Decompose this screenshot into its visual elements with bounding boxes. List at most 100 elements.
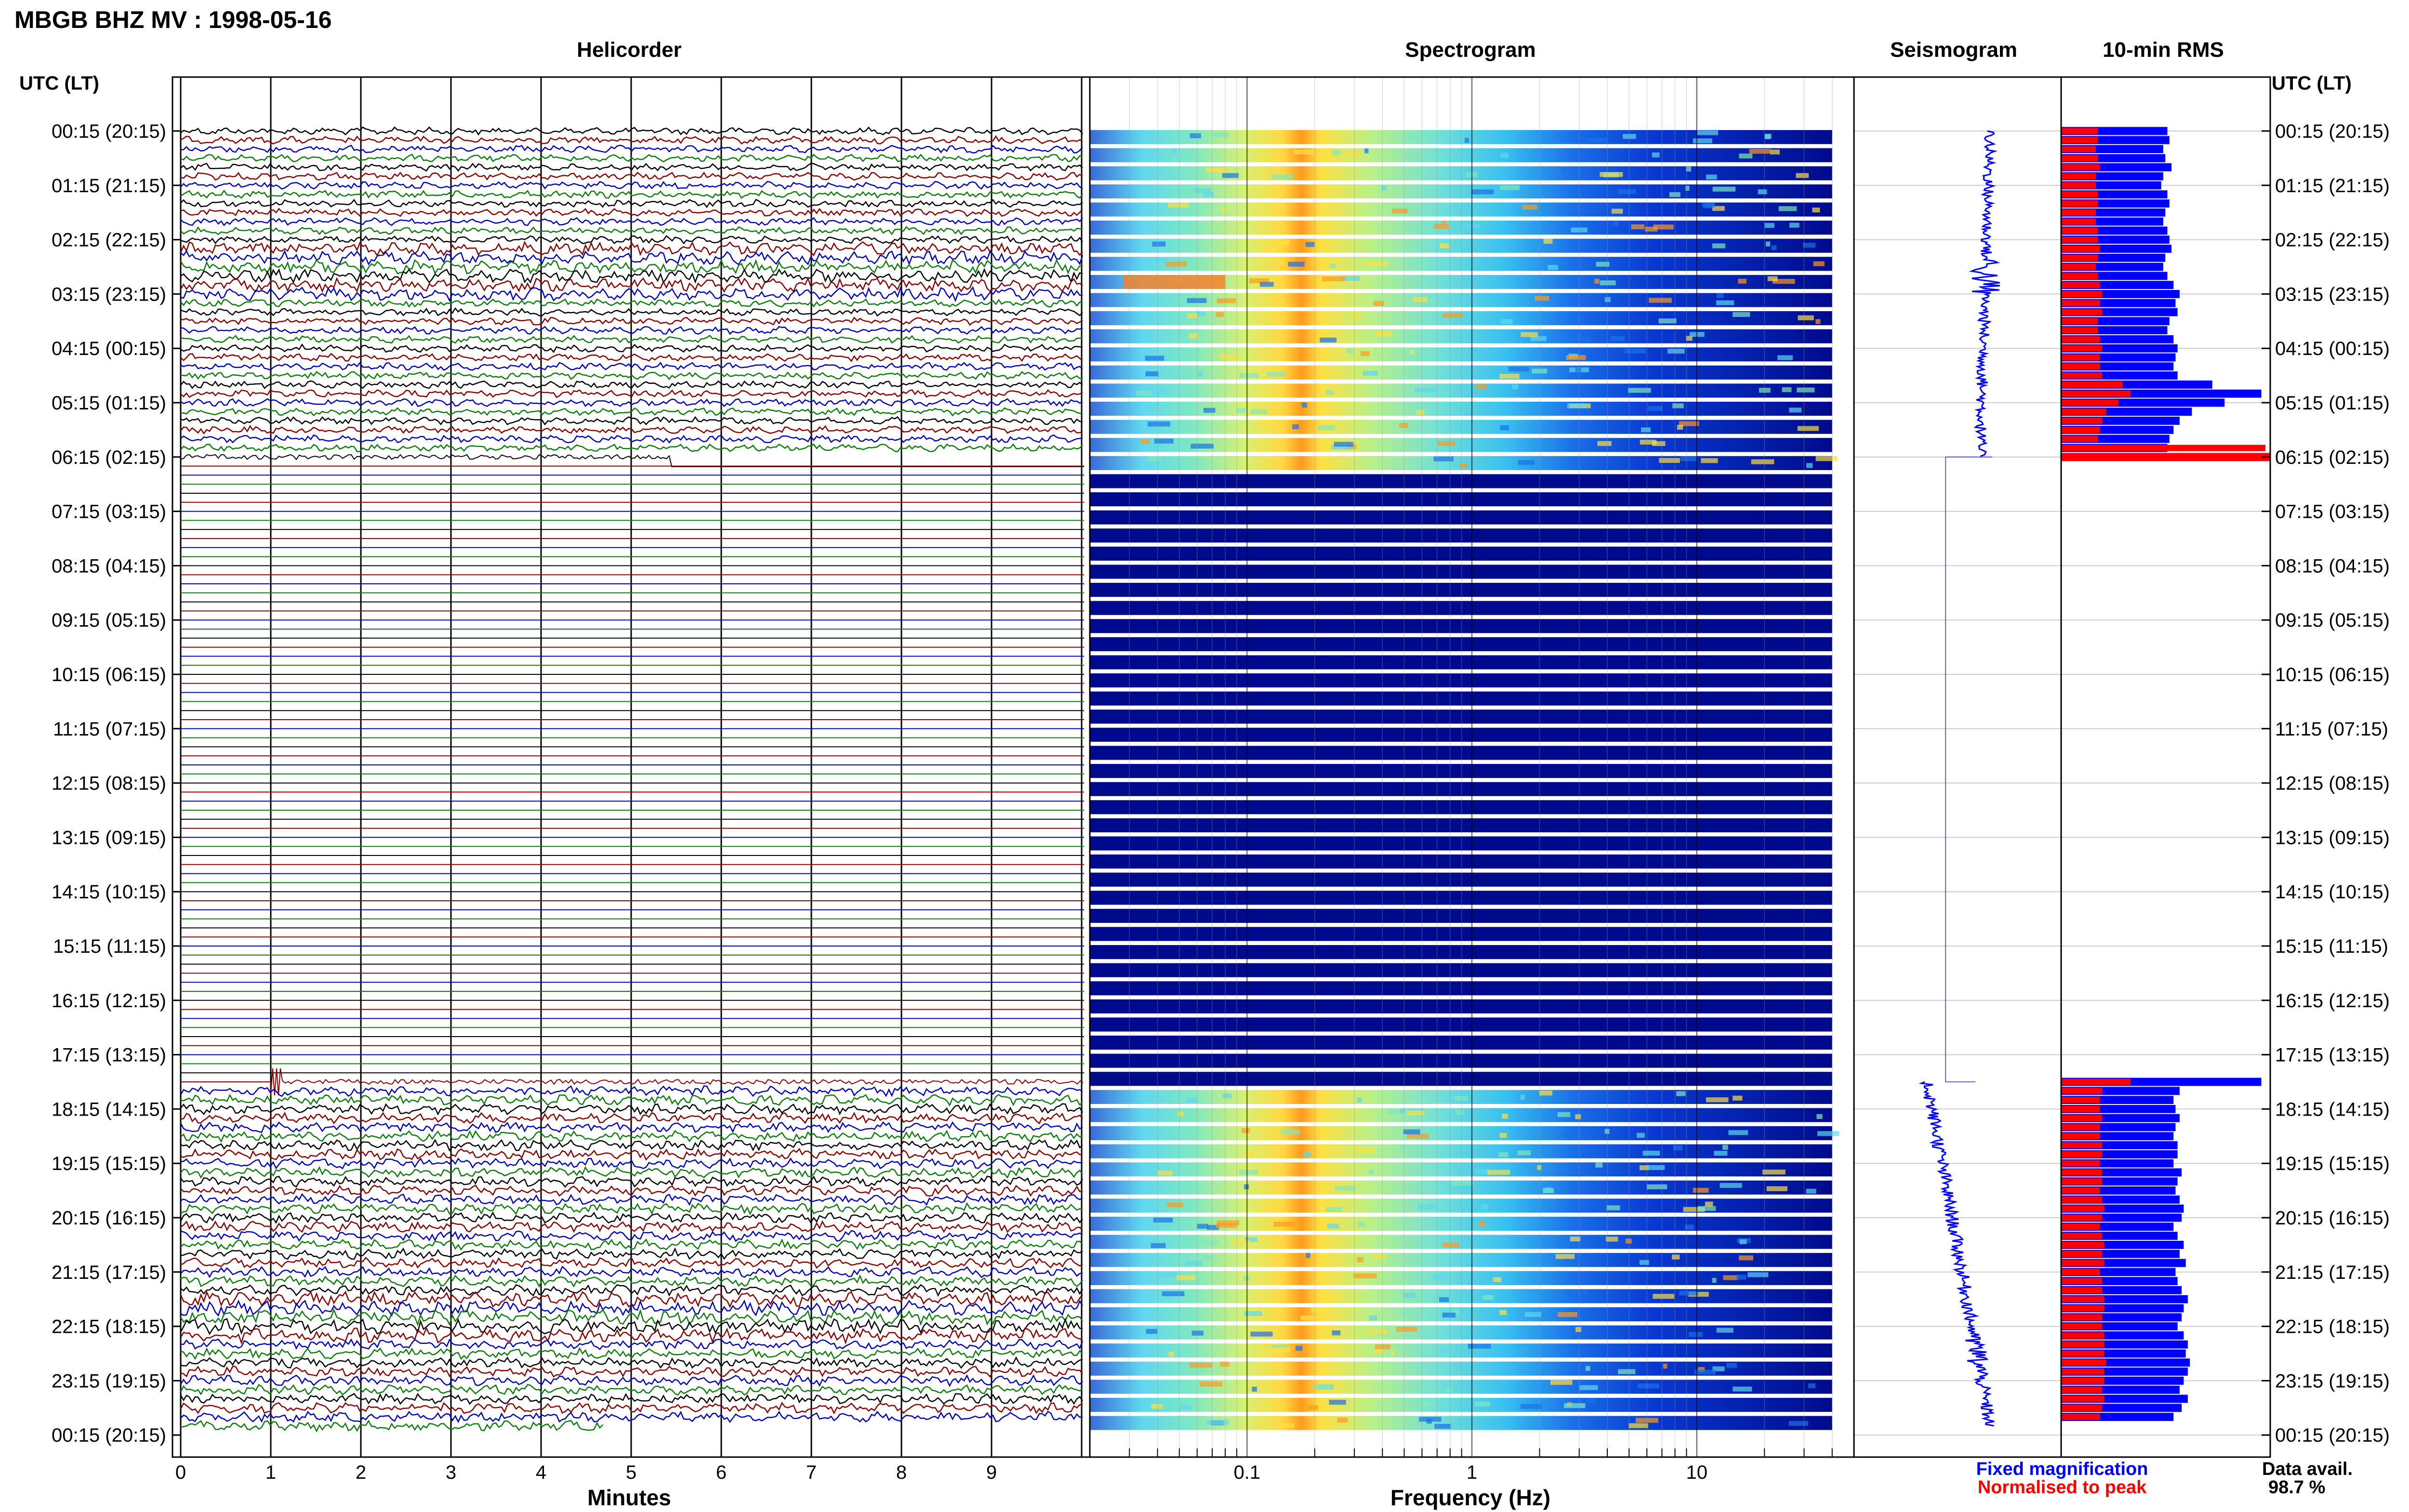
- spectrogram-speckle: [1220, 1362, 1230, 1367]
- rms-normalised-bar: [2061, 282, 2100, 289]
- rms-normalised-bar: [2061, 1133, 2100, 1140]
- spectrogram-speckle: [1712, 186, 1736, 192]
- spectrogram-speckle: [1275, 1092, 1281, 1098]
- spectrogram-row: [1090, 1126, 1832, 1141]
- spectrogram-speckle: [1500, 425, 1509, 431]
- right-time-label: 22:15 (18:15): [2275, 1316, 2390, 1338]
- spectrogram-speckle: [1442, 1313, 1456, 1318]
- spectrogram-speckle: [1481, 1204, 1489, 1210]
- spectrogram-speckle: [1140, 439, 1150, 444]
- spectrogram-speckle: [1440, 243, 1449, 249]
- spectrogram-speckle: [1197, 1223, 1209, 1229]
- spectrogram-speckle: [1399, 422, 1408, 428]
- spectrogram-speckle: [1789, 223, 1800, 228]
- rms-normalised-bar: [2061, 426, 2100, 433]
- spectrogram-speckle: [1600, 280, 1616, 286]
- right-time-label: 15:15 (11:15): [2275, 936, 2388, 957]
- helicorder-xtick-label: 2: [356, 1462, 366, 1483]
- spectrogram-speckle: [1239, 373, 1259, 378]
- spectrogram-speckle: [1765, 241, 1771, 247]
- spectrogram-speckle: [1778, 206, 1797, 211]
- spectrogram-speckle: [1361, 351, 1370, 356]
- right-time-label: 18:15 (14:15): [2275, 1099, 2390, 1120]
- spectrogram-speckle: [1303, 1152, 1311, 1157]
- spectrogram-row: [1090, 347, 1832, 362]
- rms-normalised-bar: [2061, 1142, 2102, 1149]
- spectrogram-speckle: [1693, 138, 1712, 144]
- rms-normalised-bar: [2061, 300, 2100, 306]
- spectrogram-speckle: [1222, 173, 1239, 178]
- spectrogram-speckle: [1418, 1204, 1438, 1210]
- spectrogram-speckle: [1271, 174, 1293, 180]
- left-time-label: 22:15 (18:15): [52, 1316, 166, 1338]
- spectrogram-speckle: [1564, 1403, 1586, 1408]
- rms-normalised-bar: [2061, 1205, 2105, 1212]
- spectrogram-speckle: [1770, 149, 1780, 155]
- spectrogram-speckle: [1628, 1423, 1648, 1428]
- spectrogram-speckle: [1606, 1205, 1620, 1210]
- rms-normalised-bar: [2061, 1105, 2100, 1112]
- spectrogram-panel: 0.1 1 10: [1089, 76, 1855, 1483]
- right-time-label: 08:15 (04:15): [2275, 555, 2390, 577]
- spectrogram-speckle: [1267, 371, 1285, 377]
- rms-normalised-bar: [2061, 182, 2096, 189]
- spectrogram-speckle: [1735, 1275, 1747, 1280]
- spectrogram-xlabel: Frequency (Hz): [1390, 1485, 1550, 1510]
- spectrogram-speckle: [1585, 1366, 1590, 1371]
- spectrogram-speckle: [1782, 387, 1792, 393]
- spectrogram-speckle: [1265, 246, 1275, 251]
- spectrogram-speckle: [1797, 387, 1815, 393]
- spectrogram-speckle: [1726, 1363, 1737, 1368]
- spectrogram-speckle: [1464, 138, 1469, 143]
- helicorder-panel: 0 1 2 3 4 5 6 7 8 9: [172, 76, 1091, 1483]
- spectrogram-speckle: [1668, 348, 1685, 354]
- helicorder-xtick-label: 8: [896, 1462, 907, 1483]
- left-time-label: 00:15 (20:15): [52, 1425, 166, 1446]
- spectrogram-speckle: [1617, 189, 1636, 195]
- figure-title: MBGB BHZ MV : 1998-05-16: [14, 6, 332, 33]
- spectrogram-speckle: [1788, 1421, 1809, 1426]
- rms-normalised-bar: [2061, 1187, 2100, 1194]
- spectrogram-speckle: [1337, 1418, 1348, 1423]
- spectrogram-row: [1090, 565, 1832, 579]
- spectrogram-speckle: [1525, 1312, 1541, 1317]
- rms-normalised-bar: [2061, 381, 2123, 388]
- rms-normalised-bar: [2061, 273, 2098, 279]
- helicorder-xtick-label: 3: [446, 1462, 456, 1483]
- spectrogram-speckle: [1685, 185, 1690, 191]
- spectrogram-speckle: [1281, 1129, 1300, 1134]
- spectrogram-speckle: [1306, 1253, 1310, 1258]
- right-time-label: 03:15 (23:15): [2275, 284, 2390, 305]
- spectrogram-speckle: [1305, 242, 1315, 247]
- spectrogram-speckle: [1145, 355, 1165, 361]
- spectrogram-speckle: [1647, 1184, 1668, 1190]
- spectrogram-speckle: [1216, 312, 1224, 317]
- spectrogram-speckle: [1739, 1239, 1747, 1245]
- rms-normalised-bar: [2061, 245, 2100, 252]
- spectrogram-speckle: [1187, 313, 1198, 318]
- left-time-label: 11:15 (07:15): [53, 719, 166, 740]
- right-time-label: 17:15 (13:15): [2275, 1045, 2390, 1066]
- spectrogram-speckle: [1747, 1272, 1769, 1277]
- spectrogram-hot-band: [1124, 275, 1226, 289]
- spectrogram-speckle: [1545, 1187, 1552, 1193]
- rms-normalised-bar: [2061, 209, 2096, 216]
- spectrogram-xtick-label: 0.1: [1233, 1462, 1260, 1483]
- spectrogram-speckle: [1334, 442, 1353, 447]
- rms-normalised-bar: [2061, 1241, 2105, 1248]
- spectrogram-speckle: [1575, 1114, 1581, 1119]
- spectrogram-speckle: [1466, 224, 1481, 229]
- spectrogram-speckle: [1572, 336, 1590, 342]
- spectrogram-row: [1090, 963, 1832, 977]
- left-time-label: 16:15 (12:15): [52, 990, 166, 1012]
- spectrogram-speckle: [1236, 408, 1246, 413]
- right-time-label: 21:15 (17:15): [2275, 1262, 2390, 1283]
- rms-normalised-bar: [2061, 254, 2098, 261]
- spectrogram-speckle: [1613, 221, 1618, 226]
- spectrogram-row: [1090, 1343, 1832, 1358]
- helicorder-xtick-label: 5: [626, 1462, 636, 1483]
- spectrogram-speckle: [1391, 209, 1408, 214]
- rms-normalised-bar: [2061, 408, 2106, 415]
- right-time-label: 10:15 (06:15): [2275, 664, 2390, 685]
- spectrogram-row: [1090, 329, 1832, 343]
